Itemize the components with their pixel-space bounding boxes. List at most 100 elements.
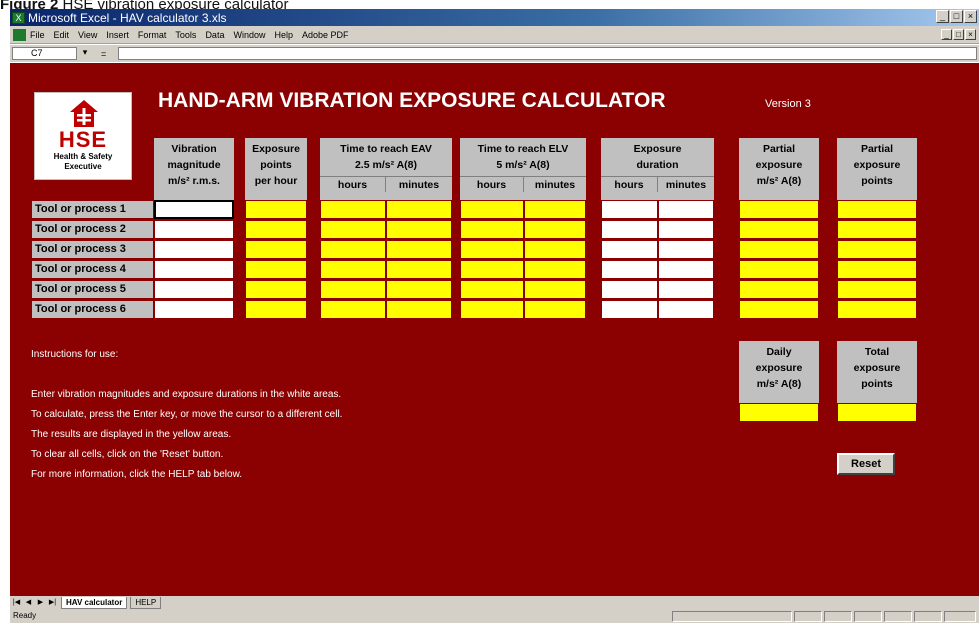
vibration-magnitude-input[interactable] [154,240,234,259]
doc-close-icon[interactable]: × [965,29,976,40]
partial-points-output [837,300,917,319]
duration-minutes-input[interactable] [658,200,714,219]
hse-logo-text: HSE [58,127,108,152]
name-box[interactable]: C7 [12,47,77,60]
vibration-magnitude-input[interactable] [154,280,234,299]
worksheet: HSE Health & Safety Executive HAND-ARM V… [10,63,979,596]
menu-window[interactable]: Window [233,30,265,40]
excel-icon: X [12,11,25,24]
partial-exposure-output [739,300,819,319]
exposure-points-output [245,220,307,239]
duration-minutes-input[interactable] [658,240,714,259]
partial-points-output [837,220,917,239]
duration-minutes-input[interactable] [658,300,714,319]
row-label: Tool or process 6 [31,300,154,319]
instruction-line: Enter vibration magnitudes and exposure … [31,389,342,400]
elv-hours-output [460,280,524,299]
workbook-icon[interactable] [13,28,26,41]
tab-help[interactable]: HELP [130,597,162,609]
elv-minutes-output [524,200,586,219]
eav-hours-output [320,240,386,259]
menu-data[interactable]: Data [205,30,224,40]
eav-minutes-output [386,260,452,279]
elv-minutes-output [524,220,586,239]
row-label: Tool or process 3 [31,240,154,259]
status-panel [672,611,792,622]
elv-minutes-output [524,300,586,319]
eav-hours-output [320,220,386,239]
daily-exposure-output [739,403,819,422]
elv-hours-output [460,220,524,239]
menu-view[interactable]: View [78,30,97,40]
status-bar: Ready [10,610,979,623]
instruction-line: The results are displayed in the yellow … [31,429,232,440]
menu-adobe-pdf[interactable]: Adobe PDF [302,30,349,40]
restore-icon[interactable]: □ [950,10,963,23]
menu-format[interactable]: Format [138,30,167,40]
formula-equals[interactable]: = [101,49,106,59]
next-sheet-icon[interactable]: ▶ [35,598,46,608]
elv-hours-output [460,300,524,319]
elv-minutes-output [524,260,586,279]
duration-hours-input[interactable] [601,260,658,279]
first-sheet-icon[interactable]: |◀ [11,598,22,608]
vibration-magnitude-input[interactable] [154,260,234,279]
close-icon[interactable]: × [964,10,977,23]
duration-hours-input[interactable] [601,280,658,299]
instruction-line: For more information, click the HELP tab… [31,469,243,480]
doc-minimize-icon[interactable]: _ [941,29,952,40]
eav-minutes-output [386,200,452,219]
formula-bar: C7 ▾ = [10,45,979,62]
eav-hours-output [320,300,386,319]
menu-tools[interactable]: Tools [175,30,196,40]
chevron-down-icon[interactable]: ▾ [79,47,91,60]
eav-minutes-output [386,240,452,259]
duration-hours-input[interactable] [601,220,658,239]
partial-exposure-output [739,200,819,219]
vibration-magnitude-input[interactable] [154,300,234,319]
hse-house-icon [70,100,98,127]
elv-hours-output [460,260,524,279]
doc-restore-icon[interactable]: □ [953,29,964,40]
header-exposure-duration: Exposure duration hours minutes [601,138,714,200]
exposure-points-output [245,200,307,219]
instruction-line: To calculate, press the Enter key, or mo… [31,409,343,420]
partial-points-output [837,260,917,279]
duration-hours-input[interactable] [601,300,658,319]
duration-hours-input[interactable] [601,240,658,259]
reset-button[interactable]: Reset [837,453,895,475]
duration-minutes-input[interactable] [658,280,714,299]
last-sheet-icon[interactable]: ▶| [47,598,58,608]
row-label: Tool or process 4 [31,260,154,279]
total-points-output [837,403,917,422]
formula-input[interactable] [118,47,977,60]
menu-edit[interactable]: Edit [54,30,70,40]
menu-help[interactable]: Help [274,30,293,40]
hse-logo-subtitle: Health & Safety Executive [53,152,113,171]
partial-points-output [837,200,917,219]
status-panel [854,611,882,622]
eav-hours-output [320,280,386,299]
page-title: HAND-ARM VIBRATION EXPOSURE CALCULATOR [158,89,666,112]
duration-minutes-input[interactable] [658,260,714,279]
minimize-icon[interactable]: _ [936,10,949,23]
eav-minutes-output [386,280,452,299]
prev-sheet-icon[interactable]: ◀ [23,598,34,608]
status-panel [944,611,976,622]
eav-minutes-output [386,220,452,239]
row-label: Tool or process 5 [31,280,154,299]
vibration-magnitude-input[interactable] [154,220,234,239]
status-panel [824,611,852,622]
exposure-points-output [245,300,307,319]
partial-exposure-output [739,220,819,239]
vibration-magnitude-input[interactable] [154,200,234,219]
menu-insert[interactable]: Insert [106,30,129,40]
partial-exposure-output [739,280,819,299]
menu-file[interactable]: File [30,30,45,40]
status-panel [914,611,942,622]
elv-minutes-output [524,280,586,299]
tab-hav-calculator[interactable]: HAV calculator [61,597,128,609]
duration-hours-input[interactable] [601,200,658,219]
status-panel [884,611,912,622]
duration-minutes-input[interactable] [658,220,714,239]
